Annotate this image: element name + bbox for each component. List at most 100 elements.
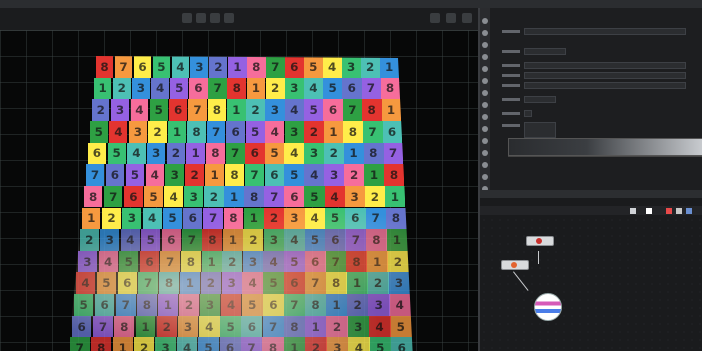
view-menu-icon[interactable]	[462, 13, 472, 23]
uv-grid-cell: 5	[90, 120, 108, 143]
uv-grid-cell: 1	[201, 250, 222, 273]
uv-grid-cell: 5	[245, 120, 265, 143]
uv-grid-cell: 1	[222, 229, 243, 251]
scene-viewport[interactable]: 6543218765432187543218765432187643218765…	[0, 8, 478, 351]
wrench-icon[interactable]	[630, 208, 636, 214]
uv-grid-cell: 3	[341, 56, 361, 78]
uv-grid-cell: 4	[284, 142, 305, 165]
uv-grid-cell: 4	[145, 164, 165, 186]
tool-icon[interactable]	[482, 102, 488, 108]
uv-grid-cell: 7	[115, 294, 136, 316]
uv-grid-cell: 2	[178, 294, 200, 316]
uv-grid-cell: 7	[188, 99, 207, 121]
display-options-icon[interactable]	[430, 13, 440, 23]
uv-grid-cell: 6	[323, 99, 343, 121]
grid-view-icon[interactable]	[686, 208, 692, 214]
uv-grid-cell: 1	[186, 142, 205, 165]
uv-grid-cell: 8	[159, 272, 179, 295]
uv-grid-cell: 7	[382, 142, 404, 165]
parameter-field[interactable]	[524, 28, 686, 35]
select-tool-icon[interactable]	[182, 13, 192, 23]
uv-grid-cell: 4	[303, 77, 324, 100]
parameter-checkbox[interactable]	[524, 110, 532, 117]
uv-grid-cell: 2	[364, 185, 386, 208]
color-ramp[interactable]	[508, 138, 702, 156]
tool-icon[interactable]	[482, 138, 488, 144]
uv-grid-cell: 3	[344, 185, 366, 208]
uv-grid-cell: 7	[264, 185, 285, 208]
tool-icon[interactable]	[482, 66, 488, 72]
uv-grid-cell: 1	[386, 229, 408, 251]
uv-grid-cell: 6	[390, 337, 413, 351]
scale-tool-icon[interactable]	[224, 13, 234, 23]
uv-grid-cell: 6	[304, 250, 326, 273]
shader-node-preview[interactable]	[534, 293, 562, 321]
parameter-row[interactable]	[492, 122, 692, 138]
display-flag-icon[interactable]	[646, 208, 652, 214]
parameter-row[interactable]	[492, 28, 692, 35]
camera-icon[interactable]	[446, 13, 456, 23]
uv-grid-cell: 2	[148, 120, 167, 143]
uv-grid-cell: 5	[264, 142, 285, 165]
uv-grid-plane[interactable]: 6543218765432187543218765432187643218765…	[68, 56, 413, 351]
tool-icon[interactable]	[482, 78, 488, 84]
tool-icon[interactable]	[482, 162, 488, 168]
parameter-field[interactable]	[524, 122, 556, 138]
node-wire	[538, 251, 539, 264]
uv-grid-cell: 8	[207, 99, 227, 121]
uv-grid-cell: 2	[343, 164, 365, 186]
uv-grid-cell: 5	[125, 164, 145, 186]
tool-icon[interactable]	[482, 126, 488, 132]
uv-grid-cell: 3	[347, 315, 370, 338]
uv-grid-cell: 1	[366, 250, 388, 273]
uv-grid-cell: 8	[365, 229, 388, 251]
tool-icon[interactable]	[482, 150, 488, 156]
uv-grid-cell: 2	[243, 229, 264, 251]
tool-icon[interactable]	[482, 54, 488, 60]
node-1[interactable]	[526, 236, 554, 246]
tool-icon[interactable]	[482, 174, 488, 180]
uv-grid-cell: 8	[136, 294, 157, 316]
tool-icon[interactable]	[482, 114, 488, 120]
template-flag-icon[interactable]	[676, 208, 682, 214]
parameter-field[interactable]	[524, 82, 686, 89]
parameter-row[interactable]	[492, 72, 692, 79]
uv-grid-cell: 8	[224, 164, 245, 186]
parameter-row[interactable]	[492, 110, 692, 117]
rotate-tool-icon[interactable]	[210, 13, 220, 23]
tool-icon[interactable]	[482, 90, 488, 96]
uv-grid-cell: 3	[111, 99, 129, 121]
uv-grid-cell: 2	[92, 99, 110, 121]
tool-icon[interactable]	[482, 30, 488, 36]
uv-grid-cell: 1	[135, 315, 156, 338]
parameter-row[interactable]	[492, 48, 692, 55]
parameter-field[interactable]	[524, 72, 686, 79]
uv-grid-cell: 5	[198, 337, 219, 351]
network-tabs	[480, 190, 702, 198]
uv-grid-cell: 1	[379, 56, 400, 78]
tool-icon[interactable]	[482, 18, 488, 24]
uv-grid-cell: 1	[304, 315, 327, 338]
parameter-field[interactable]	[524, 96, 556, 103]
parameter-row[interactable]	[492, 62, 692, 69]
parameter-label	[502, 30, 520, 33]
parameter-row[interactable]	[492, 96, 692, 103]
tool-icon[interactable]	[482, 42, 488, 48]
uv-grid-cell: 5	[144, 185, 163, 208]
uv-grid-cell: 6	[344, 207, 366, 230]
uv-grid-cell: 4	[263, 250, 284, 273]
parameter-field[interactable]	[524, 48, 566, 55]
uv-grid-cell: 1	[343, 142, 364, 165]
move-tool-icon[interactable]	[196, 13, 206, 23]
uv-grid-cell: 7	[104, 185, 123, 208]
uv-grid-cell: 6	[219, 337, 241, 351]
uv-grid-cell: 5	[241, 294, 263, 316]
parameter-field[interactable]	[524, 62, 686, 69]
node-2[interactable]	[501, 260, 529, 270]
bypass-flag-icon[interactable]	[666, 208, 672, 214]
uv-grid-cell: 7	[114, 56, 133, 78]
uv-grid-cell: 4	[324, 185, 345, 208]
uv-grid-cell: 4	[171, 56, 190, 78]
parameter-row[interactable]	[492, 82, 692, 89]
node-canvas[interactable]	[480, 216, 702, 351]
